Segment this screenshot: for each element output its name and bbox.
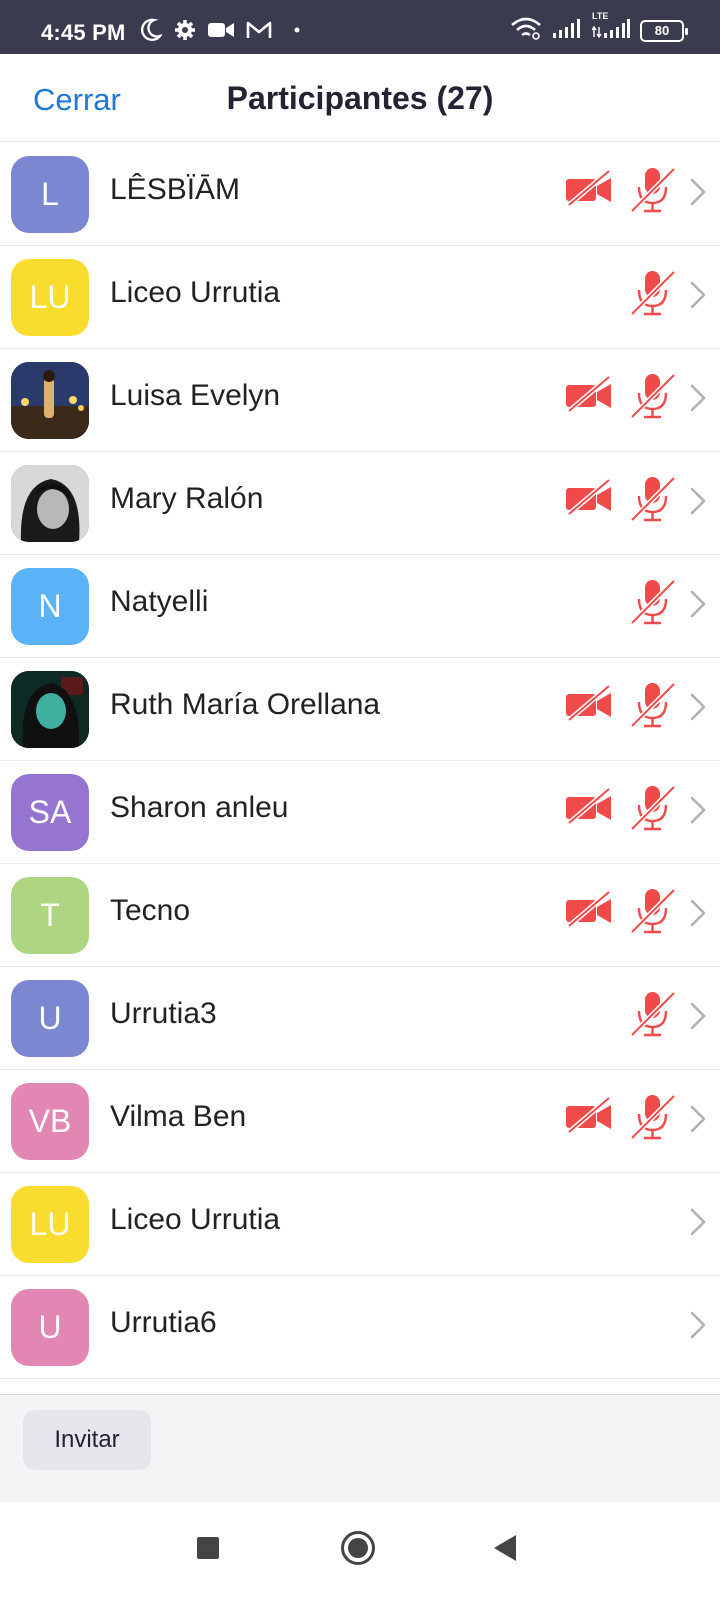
avatar-initials: LU <box>29 279 71 315</box>
video-off-icon <box>566 169 612 212</box>
chevron-right-icon[interactable] <box>689 589 707 624</box>
moon-icon <box>140 18 162 42</box>
back-triangle-icon[interactable] <box>492 1534 518 1567</box>
chevron-right-icon[interactable] <box>689 280 707 315</box>
participant-row[interactable]: Luisa Evelyn <box>0 349 720 452</box>
mic-muted-icon <box>630 783 676 838</box>
dot-icon <box>294 27 300 33</box>
avatar-initials: SA <box>28 794 72 830</box>
participant-row[interactable]: U Urrutia6 <box>0 1276 720 1379</box>
participant-name: Natyelli <box>110 585 209 618</box>
avatar: N <box>11 568 89 645</box>
battery-icon: 80 <box>640 19 688 42</box>
status-time: 4:45 PM <box>41 20 126 45</box>
mic-muted-icon <box>630 680 676 735</box>
participant-row[interactable]: LU Liceo Urrutia <box>0 1173 720 1276</box>
video-off-icon <box>566 890 612 933</box>
participant-name: Liceo Urrutia <box>110 1203 281 1236</box>
chevron-right-icon[interactable] <box>689 898 707 933</box>
video-off-icon <box>566 1096 612 1139</box>
system-nav-bar <box>0 1502 720 1600</box>
video-off-icon <box>566 787 612 830</box>
lte-label: LTE <box>592 11 609 21</box>
participant-name: LÊSBÏĀM <box>110 173 241 206</box>
avatar-initials: LU <box>29 1206 71 1242</box>
avatar: SA <box>11 774 89 851</box>
chevron-right-icon[interactable] <box>689 1207 707 1242</box>
mic-muted-icon <box>630 165 676 220</box>
participant-row[interactable]: U Urrutia3 <box>0 967 720 1070</box>
mic-muted-icon <box>630 1092 676 1147</box>
video-off-icon <box>566 684 612 727</box>
wifi-icon <box>510 16 542 45</box>
page-title-text: Participantes (27) <box>226 80 494 116</box>
home-circle-icon[interactable] <box>340 1530 376 1571</box>
chevron-right-icon[interactable] <box>689 795 707 830</box>
participant-name: Sharon anleu <box>110 791 289 824</box>
video-off-icon <box>566 478 612 521</box>
participant-list: L LÊSBÏĀM LU Liceo Urrutia Luisa Evelyn Mary … <box>0 143 720 1379</box>
status-right-icons: LTE 80 <box>510 11 688 45</box>
status-left-icons <box>140 18 300 42</box>
chevron-right-icon[interactable] <box>689 486 707 521</box>
avatar <box>11 465 89 542</box>
invite-button[interactable]: Invitar <box>23 1410 151 1470</box>
video-icon <box>208 21 234 39</box>
participant-name: Luisa Evelyn <box>110 379 281 412</box>
participant-row[interactable]: VB Vilma Ben <box>0 1070 720 1173</box>
mic-muted-icon <box>630 886 676 941</box>
avatar: VB <box>11 1083 89 1160</box>
avatar-initials: U <box>38 1000 62 1036</box>
chevron-right-icon[interactable] <box>689 1001 707 1036</box>
mic-muted-icon <box>630 577 676 632</box>
chevron-right-icon[interactable] <box>689 383 707 418</box>
avatar-initials: VB <box>28 1103 72 1139</box>
avatar: U <box>11 1289 89 1366</box>
gear-icon <box>174 19 196 41</box>
page-title: Participantes (27) <box>0 80 720 117</box>
avatar-initials: U <box>38 1309 62 1345</box>
participant-row[interactable]: T Tecno <box>0 864 720 967</box>
participant-name: Liceo Urrutia <box>110 276 281 309</box>
chevron-right-icon[interactable] <box>689 692 707 727</box>
avatar <box>11 671 89 748</box>
participant-row[interactable]: LU Liceo Urrutia <box>0 246 720 349</box>
participant-row[interactable]: SA Sharon anleu <box>0 761 720 864</box>
participant-name: Vilma Ben <box>110 1100 247 1133</box>
mic-muted-icon <box>630 989 676 1044</box>
footer-bar: Invitar <box>0 1394 720 1502</box>
avatar: L <box>11 156 89 233</box>
participant-name: Mary Ralón <box>110 482 264 515</box>
participant-row[interactable]: Mary Ralón <box>0 452 720 555</box>
recents-square-icon[interactable] <box>196 1536 220 1565</box>
participants-header: Cerrar Participantes (27) <box>0 54 720 142</box>
status-bar: 4:45 PM LTE 80 <box>0 0 720 54</box>
participant-name: Ruth María Orellana <box>110 688 381 721</box>
participant-name: Urrutia3 <box>110 997 217 1030</box>
lte-signal-icon: LTE <box>591 11 630 44</box>
chevron-right-icon[interactable] <box>689 1310 707 1345</box>
avatar-initials: L <box>41 176 59 212</box>
mic-muted-icon <box>630 371 676 426</box>
mic-muted-icon <box>630 474 676 529</box>
avatar <box>11 362 89 439</box>
signal-icon <box>552 17 582 44</box>
avatar-initials: N <box>38 588 62 624</box>
video-off-icon <box>566 375 612 418</box>
chevron-right-icon[interactable] <box>689 1104 707 1139</box>
gmail-icon <box>246 20 272 40</box>
participant-row[interactable]: L LÊSBÏĀM <box>0 143 720 246</box>
battery-level: 80 <box>654 23 670 38</box>
chevron-right-icon[interactable] <box>689 177 707 212</box>
avatar: T <box>11 877 89 954</box>
participant-name: Tecno <box>110 894 191 927</box>
participant-row[interactable]: Ruth María Orellana <box>0 658 720 761</box>
avatar: LU <box>11 1186 89 1263</box>
participant-row[interactable]: N Natyelli <box>0 555 720 658</box>
avatar-initials: T <box>40 897 60 933</box>
mic-muted-icon <box>630 268 676 323</box>
avatar: LU <box>11 259 89 336</box>
participant-name: Urrutia6 <box>110 1306 217 1339</box>
avatar: U <box>11 980 89 1057</box>
